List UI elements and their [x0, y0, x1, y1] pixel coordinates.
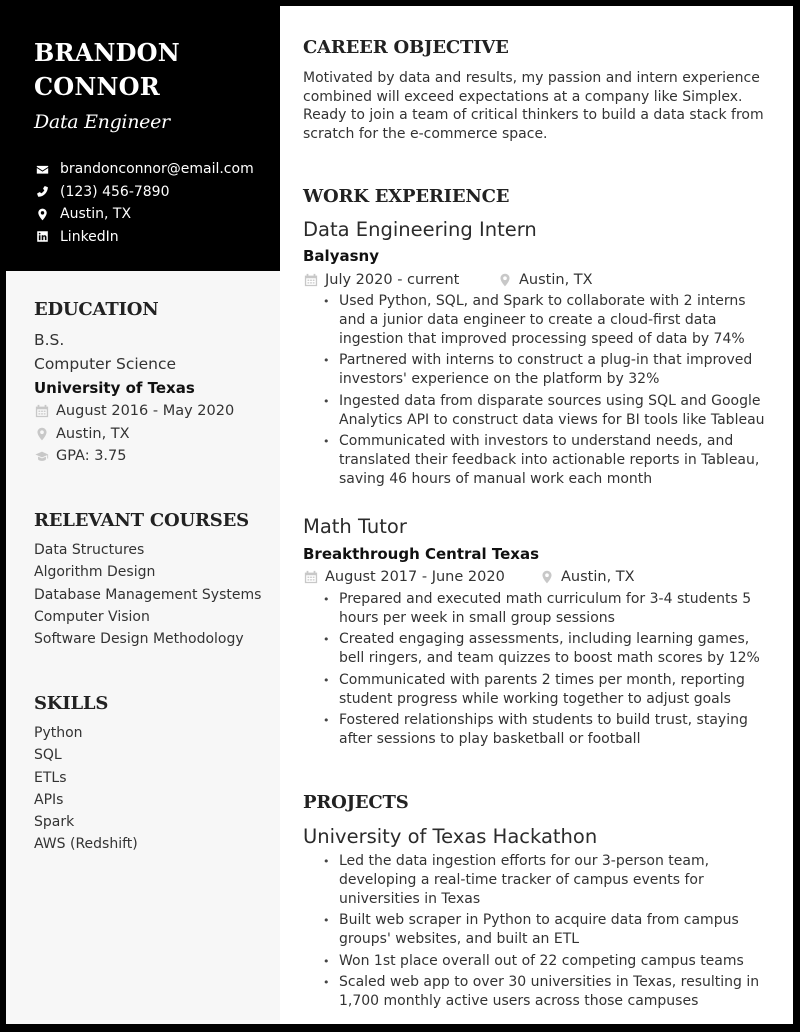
objective-heading: CAREER OBJECTIVE	[303, 37, 509, 58]
phone-text: (123) 456-7890	[60, 183, 170, 200]
school: University of Texas	[34, 379, 195, 397]
projects-heading: PROJECTS	[303, 792, 409, 813]
phone-icon	[34, 184, 50, 200]
education-location: Austin, TX	[34, 423, 274, 446]
experience-heading: WORK EXPERIENCE	[303, 186, 510, 207]
course-item: Data Structures	[34, 542, 145, 558]
location-text: Austin, TX	[60, 206, 132, 223]
linkedin-icon	[34, 229, 50, 245]
bullet-item: Prepared and executed math curriculum fo…	[323, 590, 775, 628]
calendar-icon	[303, 272, 319, 288]
location-text: Austin, TX	[561, 569, 635, 585]
header-block: BRANDON CONNOR Data Engineer brandonconn…	[6, 6, 280, 271]
bullet-item: Created engaging assessments, including …	[323, 630, 775, 668]
project-bullets: Led the data ingestion efforts for our 3…	[323, 852, 775, 1013]
bullet-item: Built web scraper in Python to acquire d…	[323, 911, 775, 949]
linkedin-text: LinkedIn	[60, 228, 119, 245]
bullet-item: Used Python, SQL, and Spark to collabora…	[323, 292, 775, 349]
courses-heading: RELEVANT COURSES	[34, 510, 249, 531]
company-name: Breakthrough Central Texas	[303, 545, 540, 563]
job-location: Austin, TX	[539, 567, 635, 587]
location-text: Austin, TX	[519, 272, 593, 288]
email-text: brandonconnor@email.com	[60, 161, 254, 178]
location-pin-icon	[539, 569, 555, 585]
job-meta: August 2017 - June 2020 Austin, TX	[303, 567, 635, 587]
job-dates: August 2017 - June 2020	[325, 569, 505, 585]
bullet-item: Communicated with investors to understan…	[323, 432, 775, 489]
skill-item: SQL	[34, 747, 62, 764]
location-pin-icon	[34, 426, 50, 442]
job-title: Data Engineering Intern	[303, 218, 537, 241]
bullet-item: Partnered with interns to construct a pl…	[323, 351, 775, 389]
bullet-item: Ingested data from disparate sources usi…	[323, 392, 775, 430]
company-name: Balyasny	[303, 247, 379, 265]
calendar-icon	[34, 403, 50, 419]
course-item: Software Design Methodology	[34, 631, 244, 648]
project-title: University of Texas Hackathon	[303, 825, 598, 848]
course-item: Algorithm Design	[34, 564, 156, 581]
location-pin-icon	[497, 272, 513, 288]
course-item: Computer Vision	[34, 608, 150, 625]
major: Computer Science	[34, 355, 177, 373]
job-bullets: Prepared and executed math curriculum fo…	[323, 590, 775, 751]
education-gpa: GPA: 3.75	[34, 445, 274, 468]
skill-item: ETLs	[34, 769, 67, 786]
education-heading: EDUCATION	[34, 299, 159, 320]
first-name: BRANDON	[34, 38, 180, 67]
contact-email[interactable]: brandonconnor@email.com	[34, 158, 280, 181]
job-title: Data Engineer	[34, 111, 170, 133]
skill-item: Python	[34, 725, 83, 741]
contact-location: Austin, TX	[34, 203, 280, 226]
bullet-item: Fostered relationships with students to …	[323, 711, 775, 749]
job-location: Austin, TX	[497, 270, 593, 290]
bullet-item: Led the data ingestion efforts for our 3…	[323, 852, 775, 909]
bullet-item: Communicated with parents 2 times per mo…	[323, 671, 775, 709]
skills-list: Python SQL ETLs APIs Spark AWS (Redshift…	[34, 722, 274, 856]
envelope-icon	[34, 161, 50, 177]
education-section: EDUCATION B.S. Computer Science Universi…	[34, 298, 274, 468]
contact-linkedin[interactable]: LinkedIn	[34, 226, 280, 249]
courses-list: Data Structures Algorithm Design Databas…	[34, 539, 274, 650]
degree: B.S.	[34, 331, 65, 349]
contact-list: brandonconnor@email.com (123) 456-7890 A…	[34, 158, 280, 248]
education-dates: August 2016 - May 2020	[34, 400, 274, 423]
skill-item: AWS (Redshift)	[34, 836, 138, 853]
job-bullets: Used Python, SQL, and Spark to collabora…	[323, 292, 775, 491]
job-meta: July 2020 - current Austin, TX	[303, 270, 593, 290]
location-text: Austin, TX	[56, 425, 130, 442]
skills-section: SKILLS Python SQL ETLs APIs Spark AWS (R…	[34, 692, 274, 856]
graduation-cap-icon	[34, 448, 50, 464]
bullet-item: Scaled web app to over 30 universities i…	[323, 973, 775, 1011]
objective-text: Motivated by data and results, my passio…	[303, 70, 764, 143]
job-dates: July 2020 - current	[325, 272, 460, 288]
dates-text: August 2016 - May 2020	[56, 403, 235, 419]
job-title: Math Tutor	[303, 515, 407, 538]
contact-phone[interactable]: (123) 456-7890	[34, 181, 280, 204]
calendar-icon	[303, 569, 319, 585]
skill-item: APIs	[34, 791, 64, 808]
last-name: CONNOR	[34, 72, 160, 101]
resume-page: BRANDON CONNOR Data Engineer brandonconn…	[6, 6, 793, 1024]
gpa-text: GPA: 3.75	[56, 448, 127, 464]
sidebar: BRANDON CONNOR Data Engineer brandonconn…	[6, 6, 280, 1024]
map-pin-icon	[34, 206, 50, 222]
bullet-item: Won 1st place overall out of 22 competin…	[323, 952, 775, 971]
course-item: Database Management Systems	[34, 586, 262, 603]
skills-heading: SKILLS	[34, 693, 109, 714]
courses-section: RELEVANT COURSES Data Structures Algorit…	[34, 509, 274, 650]
skill-item: Spark	[34, 814, 75, 831]
